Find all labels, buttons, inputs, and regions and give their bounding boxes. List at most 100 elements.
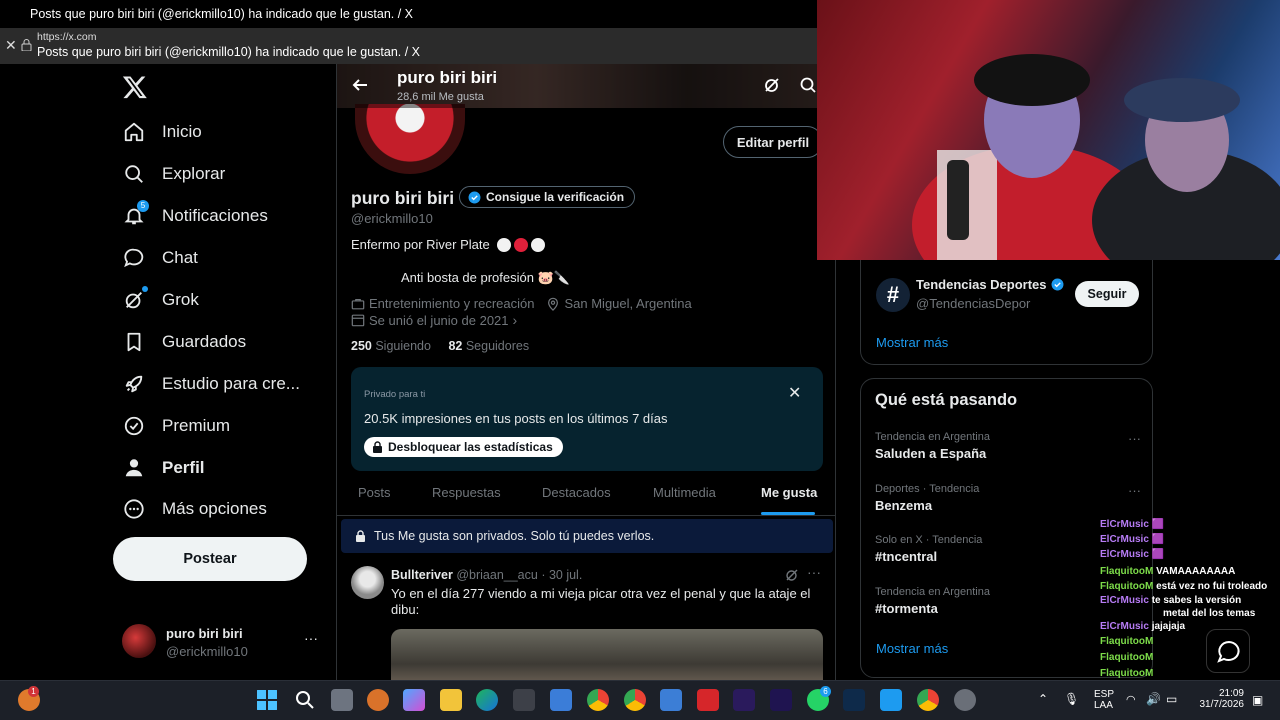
grok-icon[interactable] <box>763 76 781 94</box>
edge-icon[interactable] <box>476 689 498 711</box>
language-indicator[interactable]: ESP LAA <box>1094 689 1114 711</box>
microphone-icon[interactable]: 🎙 <box>1064 692 1079 706</box>
clock[interactable]: 21:09 31/7/2026 <box>1200 688 1245 710</box>
app-icon[interactable] <box>367 689 389 711</box>
tab-respuestas[interactable]: Respuestas <box>432 485 501 500</box>
tab-me-gusta[interactable]: Me gusta <box>761 485 817 500</box>
tweet-date[interactable]: · 30 jul. <box>541 568 582 582</box>
close-icon[interactable]: ✕ <box>5 38 17 52</box>
trend-context: Tendencia en Argentina <box>875 431 990 443</box>
more-circle-icon <box>122 497 146 521</box>
app-icon[interactable] <box>550 689 572 711</box>
notification-bell-icon[interactable]: ▣ <box>1252 693 1263 707</box>
twitter-icon[interactable] <box>880 689 902 711</box>
sidebar-item-label: Perfil <box>162 458 205 477</box>
sidebar-item-premium[interactable]: Premium <box>122 406 230 446</box>
tweet-author[interactable]: Bullteriver <box>391 568 453 582</box>
avatar[interactable] <box>351 566 384 599</box>
sidebar-item-guardados[interactable]: Guardados <box>122 322 246 362</box>
profile-category: Entretenimiento y recreación <box>369 296 535 311</box>
grok-icon[interactable] <box>785 568 799 582</box>
hashtag-avatar-icon[interactable]: # <box>876 278 910 312</box>
premiere-icon[interactable] <box>733 689 755 711</box>
unlock-stats-button[interactable]: Desbloquear las estadísticas <box>364 437 563 457</box>
task-view-icon[interactable] <box>331 689 353 711</box>
notification-badge: 5 <box>137 200 149 212</box>
sidebar-item-label: Estudio para cre... <box>162 374 300 393</box>
show-more-link[interactable]: Mostrar más <box>876 641 948 656</box>
windows-taskbar: 1 6 ⌃ 🎙 ESP LAA ◠ 🔊 ▭ 21:09 31/7/2026 ▣ <box>0 680 1280 720</box>
profile-main: puro biri biri 28,6 mil Me gusta Editar … <box>336 64 836 680</box>
follow-button[interactable]: Seguir <box>1075 281 1139 307</box>
analytics-promo-card: Privado para ti 20.5K impresiones en tus… <box>351 367 823 471</box>
close-icon[interactable]: ✕ <box>788 386 802 402</box>
chrome-icon[interactable] <box>917 689 939 711</box>
chat-bubble-icon <box>122 246 146 270</box>
show-more-link[interactable]: Mostrar más <box>876 335 948 350</box>
sidebar-item-label: Chat <box>162 248 198 267</box>
obs-icon[interactable] <box>954 689 976 711</box>
photoshop-icon[interactable] <box>843 689 865 711</box>
following-link[interactable]: 250 Siguiendo <box>351 339 431 353</box>
more-dots-icon[interactable]: ··· <box>1128 483 1141 498</box>
post-button[interactable]: Postear <box>113 537 307 581</box>
get-verified-button[interactable]: Consigue la verificación <box>459 186 636 208</box>
trend-item[interactable]: Tendencia en Argentina Saluden a España … <box>875 431 1141 461</box>
battery-icon[interactable]: ▭ <box>1166 692 1177 706</box>
promo-text: 20.5K impresiones en tus posts en los úl… <box>364 411 668 426</box>
tweet[interactable]: Bullteriver @briaan__acu · 30 jul. ··· Y… <box>337 560 835 680</box>
chevron-right-icon[interactable]: › <box>513 312 518 328</box>
volume-icon[interactable]: 🔊 <box>1146 692 1161 706</box>
trend-item[interactable]: Deportes · Tendencia Benzema ··· <box>875 483 1141 513</box>
url-text[interactable]: https://x.com <box>37 31 97 43</box>
account-switcher[interactable]: puro biri biri @erickmillo10 ··· <box>122 624 322 660</box>
chat-message: ElCrMusic 🟪 <box>1100 519 1165 530</box>
avatar <box>122 624 156 658</box>
chat-bubble-icon[interactable] <box>1206 629 1250 673</box>
suggested-account-name[interactable]: Tendencias Deportes <box>916 277 1064 292</box>
briefcase-icon <box>351 298 365 309</box>
sidebar-item-grok[interactable]: Grok <box>122 280 199 320</box>
more-dots-icon[interactable]: ··· <box>304 630 318 646</box>
private-notice-text: Tus Me gusta son privados. Solo tú puede… <box>374 529 655 543</box>
mail-icon[interactable] <box>660 689 682 711</box>
sidebar-item-notificaciones[interactable]: 5 Notificaciones <box>122 196 268 236</box>
sidebar-item-estudio[interactable]: Estudio para cre... <box>122 364 300 404</box>
more-dots-icon[interactable]: ··· <box>807 564 821 580</box>
chrome-icon[interactable] <box>624 689 646 711</box>
bio-line-1: Enfermo por River Plate <box>351 237 545 252</box>
sidebar-item-mas-opciones[interactable]: Más opciones <box>122 489 267 529</box>
sidebar-item-inicio[interactable]: Inicio <box>122 112 202 152</box>
file-explorer-icon[interactable] <box>440 689 462 711</box>
search-icon <box>122 162 146 186</box>
search-icon[interactable] <box>294 689 316 711</box>
more-dots-icon[interactable]: ··· <box>1128 431 1141 446</box>
copilot-icon[interactable] <box>403 689 425 711</box>
windows-start-icon[interactable] <box>256 689 278 711</box>
chat-message: ElCrMusic 🟪 <box>1100 534 1165 545</box>
sidebar-item-perfil[interactable]: Perfil <box>122 448 205 488</box>
profile-avatar[interactable] <box>355 104 465 174</box>
get-verified-label: Consigue la verificación <box>486 190 625 204</box>
tab-multimedia[interactable]: Multimedia <box>653 485 716 500</box>
tab-posts[interactable]: Posts <box>358 485 391 500</box>
chevron-up-icon[interactable]: ⌃ <box>1038 692 1048 706</box>
sidebar-item-chat[interactable]: Chat <box>122 238 198 278</box>
stream-chat-overlay: ElCrMusic 🟪 ElCrMusic 🟪 ElCrMusic 🟪 Flaq… <box>1100 519 1270 681</box>
tweet-handle[interactable]: @briaan__acu <box>456 568 538 582</box>
store-icon[interactable] <box>513 689 535 711</box>
followers-link[interactable]: 82 Seguidores <box>448 339 529 353</box>
tweet-media-image[interactable] <box>391 629 823 680</box>
back-arrow-icon[interactable] <box>351 76 369 94</box>
sidebar-item-explorar[interactable]: Explorar <box>122 154 225 194</box>
tab-destacados[interactable]: Destacados <box>542 485 611 500</box>
grok-dot <box>142 286 148 292</box>
white-circle-icon <box>496 237 511 252</box>
search-icon[interactable] <box>799 76 817 94</box>
wifi-icon[interactable]: ◠ <box>1126 693 1136 706</box>
app-icon[interactable] <box>697 689 719 711</box>
after-effects-icon[interactable] <box>770 689 792 711</box>
x-logo-icon[interactable] <box>122 74 148 100</box>
chrome-icon[interactable] <box>587 689 609 711</box>
edit-profile-button[interactable]: Editar perfil <box>723 126 823 158</box>
